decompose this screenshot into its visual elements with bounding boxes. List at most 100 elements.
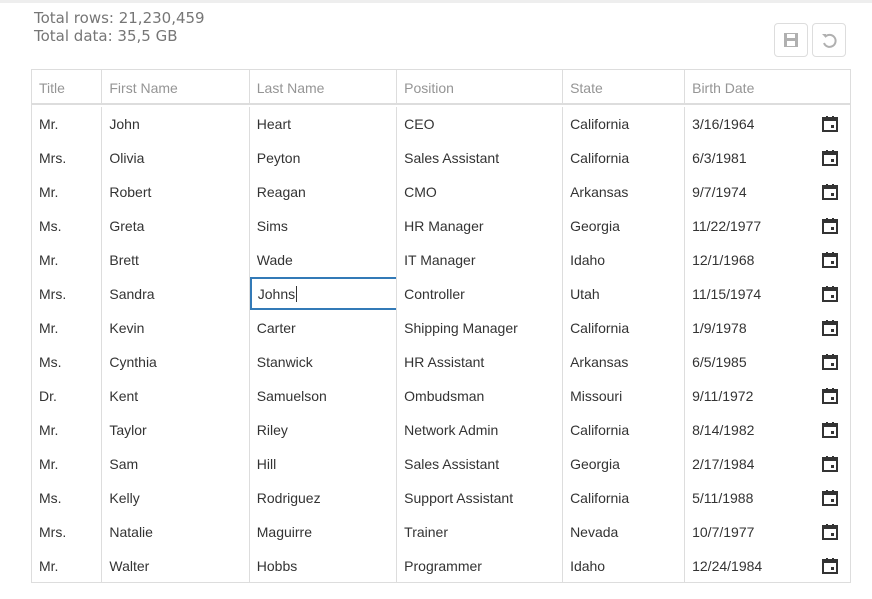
calendar-icon[interactable]: [821, 115, 839, 133]
cell-first-name[interactable]: John: [101, 107, 248, 141]
cell-first-name[interactable]: Sandra: [101, 277, 248, 311]
cell-last-name[interactable]: Maguirre: [248, 515, 396, 549]
cell-position[interactable]: Programmer: [396, 549, 562, 583]
cell-position[interactable]: CMO: [396, 175, 562, 209]
cell-state[interactable]: California: [562, 413, 684, 447]
cell-last-name[interactable]: Rodriguez: [248, 481, 396, 515]
cell-first-name[interactable]: Olivia: [101, 141, 248, 175]
cell-position[interactable]: Sales Assistant: [396, 447, 562, 481]
cell-position[interactable]: Sales Assistant: [396, 141, 562, 175]
table-row[interactable]: Mr. Walter Hobbs Programmer Idaho 12/24/1984: [32, 549, 850, 583]
calendar-icon[interactable]: [821, 319, 839, 337]
calendar-icon[interactable]: [821, 183, 839, 201]
cell-state[interactable]: Idaho: [562, 243, 684, 277]
cell-position[interactable]: Ombudsman: [396, 379, 562, 413]
cell-title[interactable]: Mr.: [32, 107, 101, 141]
cell-title[interactable]: Mr.: [32, 549, 101, 583]
cell-last-name[interactable]: Stanwick: [248, 345, 396, 379]
cell-last-name[interactable]: Hill: [248, 447, 396, 481]
cell-birth-date[interactable]: 12/1/1968: [684, 243, 850, 277]
cell-birth-date[interactable]: 10/7/1977: [684, 515, 850, 549]
cell-last-name[interactable]: Wade: [248, 243, 396, 277]
cell-last-name[interactable]: Sims: [248, 209, 396, 243]
calendar-icon[interactable]: [821, 251, 839, 269]
cell-first-name[interactable]: Natalie: [101, 515, 248, 549]
cell-state[interactable]: California: [562, 481, 684, 515]
calendar-icon[interactable]: [821, 557, 839, 575]
column-header-last-name[interactable]: Last Name: [248, 70, 396, 103]
cell-birth-date[interactable]: 9/7/1974: [684, 175, 850, 209]
cell-state[interactable]: Georgia: [562, 209, 684, 243]
table-row[interactable]: Mr. Robert Reagan CMO Arkansas 9/7/1974: [32, 175, 850, 209]
cell-first-name[interactable]: Kent: [101, 379, 248, 413]
column-header-state[interactable]: State: [562, 70, 684, 103]
cell-last-name[interactable]: Peyton: [248, 141, 396, 175]
cell-state[interactable]: Missouri: [562, 379, 684, 413]
cell-title[interactable]: Mrs.: [32, 277, 101, 311]
cell-first-name[interactable]: Cynthia: [101, 345, 248, 379]
cell-title[interactable]: Ms.: [32, 481, 101, 515]
table-row[interactable]: Mr. Sam Hill Sales Assistant Georgia 2/17/198…: [32, 447, 850, 481]
cell-first-name[interactable]: Walter: [101, 549, 248, 583]
cell-position[interactable]: Network Admin: [396, 413, 562, 447]
calendar-icon[interactable]: [821, 523, 839, 541]
cell-first-name[interactable]: Robert: [101, 175, 248, 209]
cell-position[interactable]: HR Manager: [396, 209, 562, 243]
cell-last-name[interactable]: Samuelson: [248, 379, 396, 413]
table-row[interactable]: Mr. Brett Wade IT Manager Idaho 12/1/1968: [32, 243, 850, 277]
cell-last-name[interactable]: Johns: [248, 277, 397, 311]
cell-last-name[interactable]: Heart: [248, 107, 396, 141]
cell-state[interactable]: California: [562, 311, 684, 345]
table-row[interactable]: Ms. Kelly Rodriguez Support Assistant Califo…: [32, 481, 850, 515]
cell-title[interactable]: Ms.: [32, 345, 101, 379]
cell-state[interactable]: California: [562, 107, 684, 141]
cell-last-name[interactable]: Hobbs: [248, 549, 396, 583]
cell-state[interactable]: Arkansas: [562, 345, 684, 379]
calendar-icon[interactable]: [821, 149, 839, 167]
cell-title[interactable]: Mrs.: [32, 141, 101, 175]
cell-birth-date[interactable]: 2/17/1984: [684, 447, 850, 481]
cell-first-name[interactable]: Brett: [101, 243, 248, 277]
cell-birth-date[interactable]: 8/14/1982: [684, 413, 850, 447]
cell-state[interactable]: Georgia: [562, 447, 684, 481]
table-row[interactable]: Mrs. Sandra Johns Controller Utah 11/15/1974: [32, 277, 850, 311]
cell-first-name[interactable]: Kevin: [101, 311, 248, 345]
column-header-first-name[interactable]: First Name: [101, 70, 248, 103]
cell-last-name[interactable]: Reagan: [248, 175, 396, 209]
table-row[interactable]: Mr. Taylor Riley Network Admin California 8/1…: [32, 413, 850, 447]
column-header-birth-date[interactable]: Birth Date: [684, 70, 850, 103]
table-row[interactable]: Mrs. Natalie Maguirre Trainer Nevada 10/7/197…: [32, 515, 850, 549]
table-row[interactable]: Mr. John Heart CEO California 3/16/1964: [32, 107, 850, 141]
calendar-icon[interactable]: [821, 421, 839, 439]
table-row[interactable]: Ms. Cynthia Stanwick HR Assistant Arkansas 6/…: [32, 345, 850, 379]
cell-birth-date[interactable]: 6/3/1981: [684, 141, 850, 175]
calendar-icon[interactable]: [821, 489, 839, 507]
cell-editor-input[interactable]: Johns: [249, 277, 397, 310]
save-button[interactable]: [774, 23, 808, 57]
cell-state[interactable]: Arkansas: [562, 175, 684, 209]
cell-last-name[interactable]: Riley: [248, 413, 396, 447]
cell-position[interactable]: Shipping Manager: [396, 311, 562, 345]
cell-state[interactable]: Nevada: [562, 515, 684, 549]
cell-position[interactable]: Controller: [396, 277, 562, 311]
column-header-position[interactable]: Position: [396, 70, 562, 103]
calendar-icon[interactable]: [821, 285, 839, 303]
table-row[interactable]: Dr. Kent Samuelson Ombudsman Missouri 9/11/19…: [32, 379, 850, 413]
cell-position[interactable]: CEO: [396, 107, 562, 141]
cell-birth-date[interactable]: 1/9/1978: [684, 311, 850, 345]
calendar-icon[interactable]: [821, 387, 839, 405]
revert-button[interactable]: [812, 23, 846, 57]
cell-title[interactable]: Mr.: [32, 311, 101, 345]
cell-state[interactable]: Idaho: [562, 549, 684, 583]
cell-title[interactable]: Mr.: [32, 243, 101, 277]
cell-birth-date[interactable]: 12/24/1984: [684, 549, 850, 583]
cell-title[interactable]: Mr.: [32, 175, 101, 209]
table-row[interactable]: Mr. Kevin Carter Shipping Manager California…: [32, 311, 850, 345]
cell-birth-date[interactable]: 6/5/1985: [684, 345, 850, 379]
cell-first-name[interactable]: Kelly: [101, 481, 248, 515]
cell-birth-date[interactable]: 11/22/1977: [684, 209, 850, 243]
cell-position[interactable]: Support Assistant: [396, 481, 562, 515]
cell-position[interactable]: HR Assistant: [396, 345, 562, 379]
calendar-icon[interactable]: [821, 217, 839, 235]
column-header-title[interactable]: Title: [32, 70, 101, 103]
